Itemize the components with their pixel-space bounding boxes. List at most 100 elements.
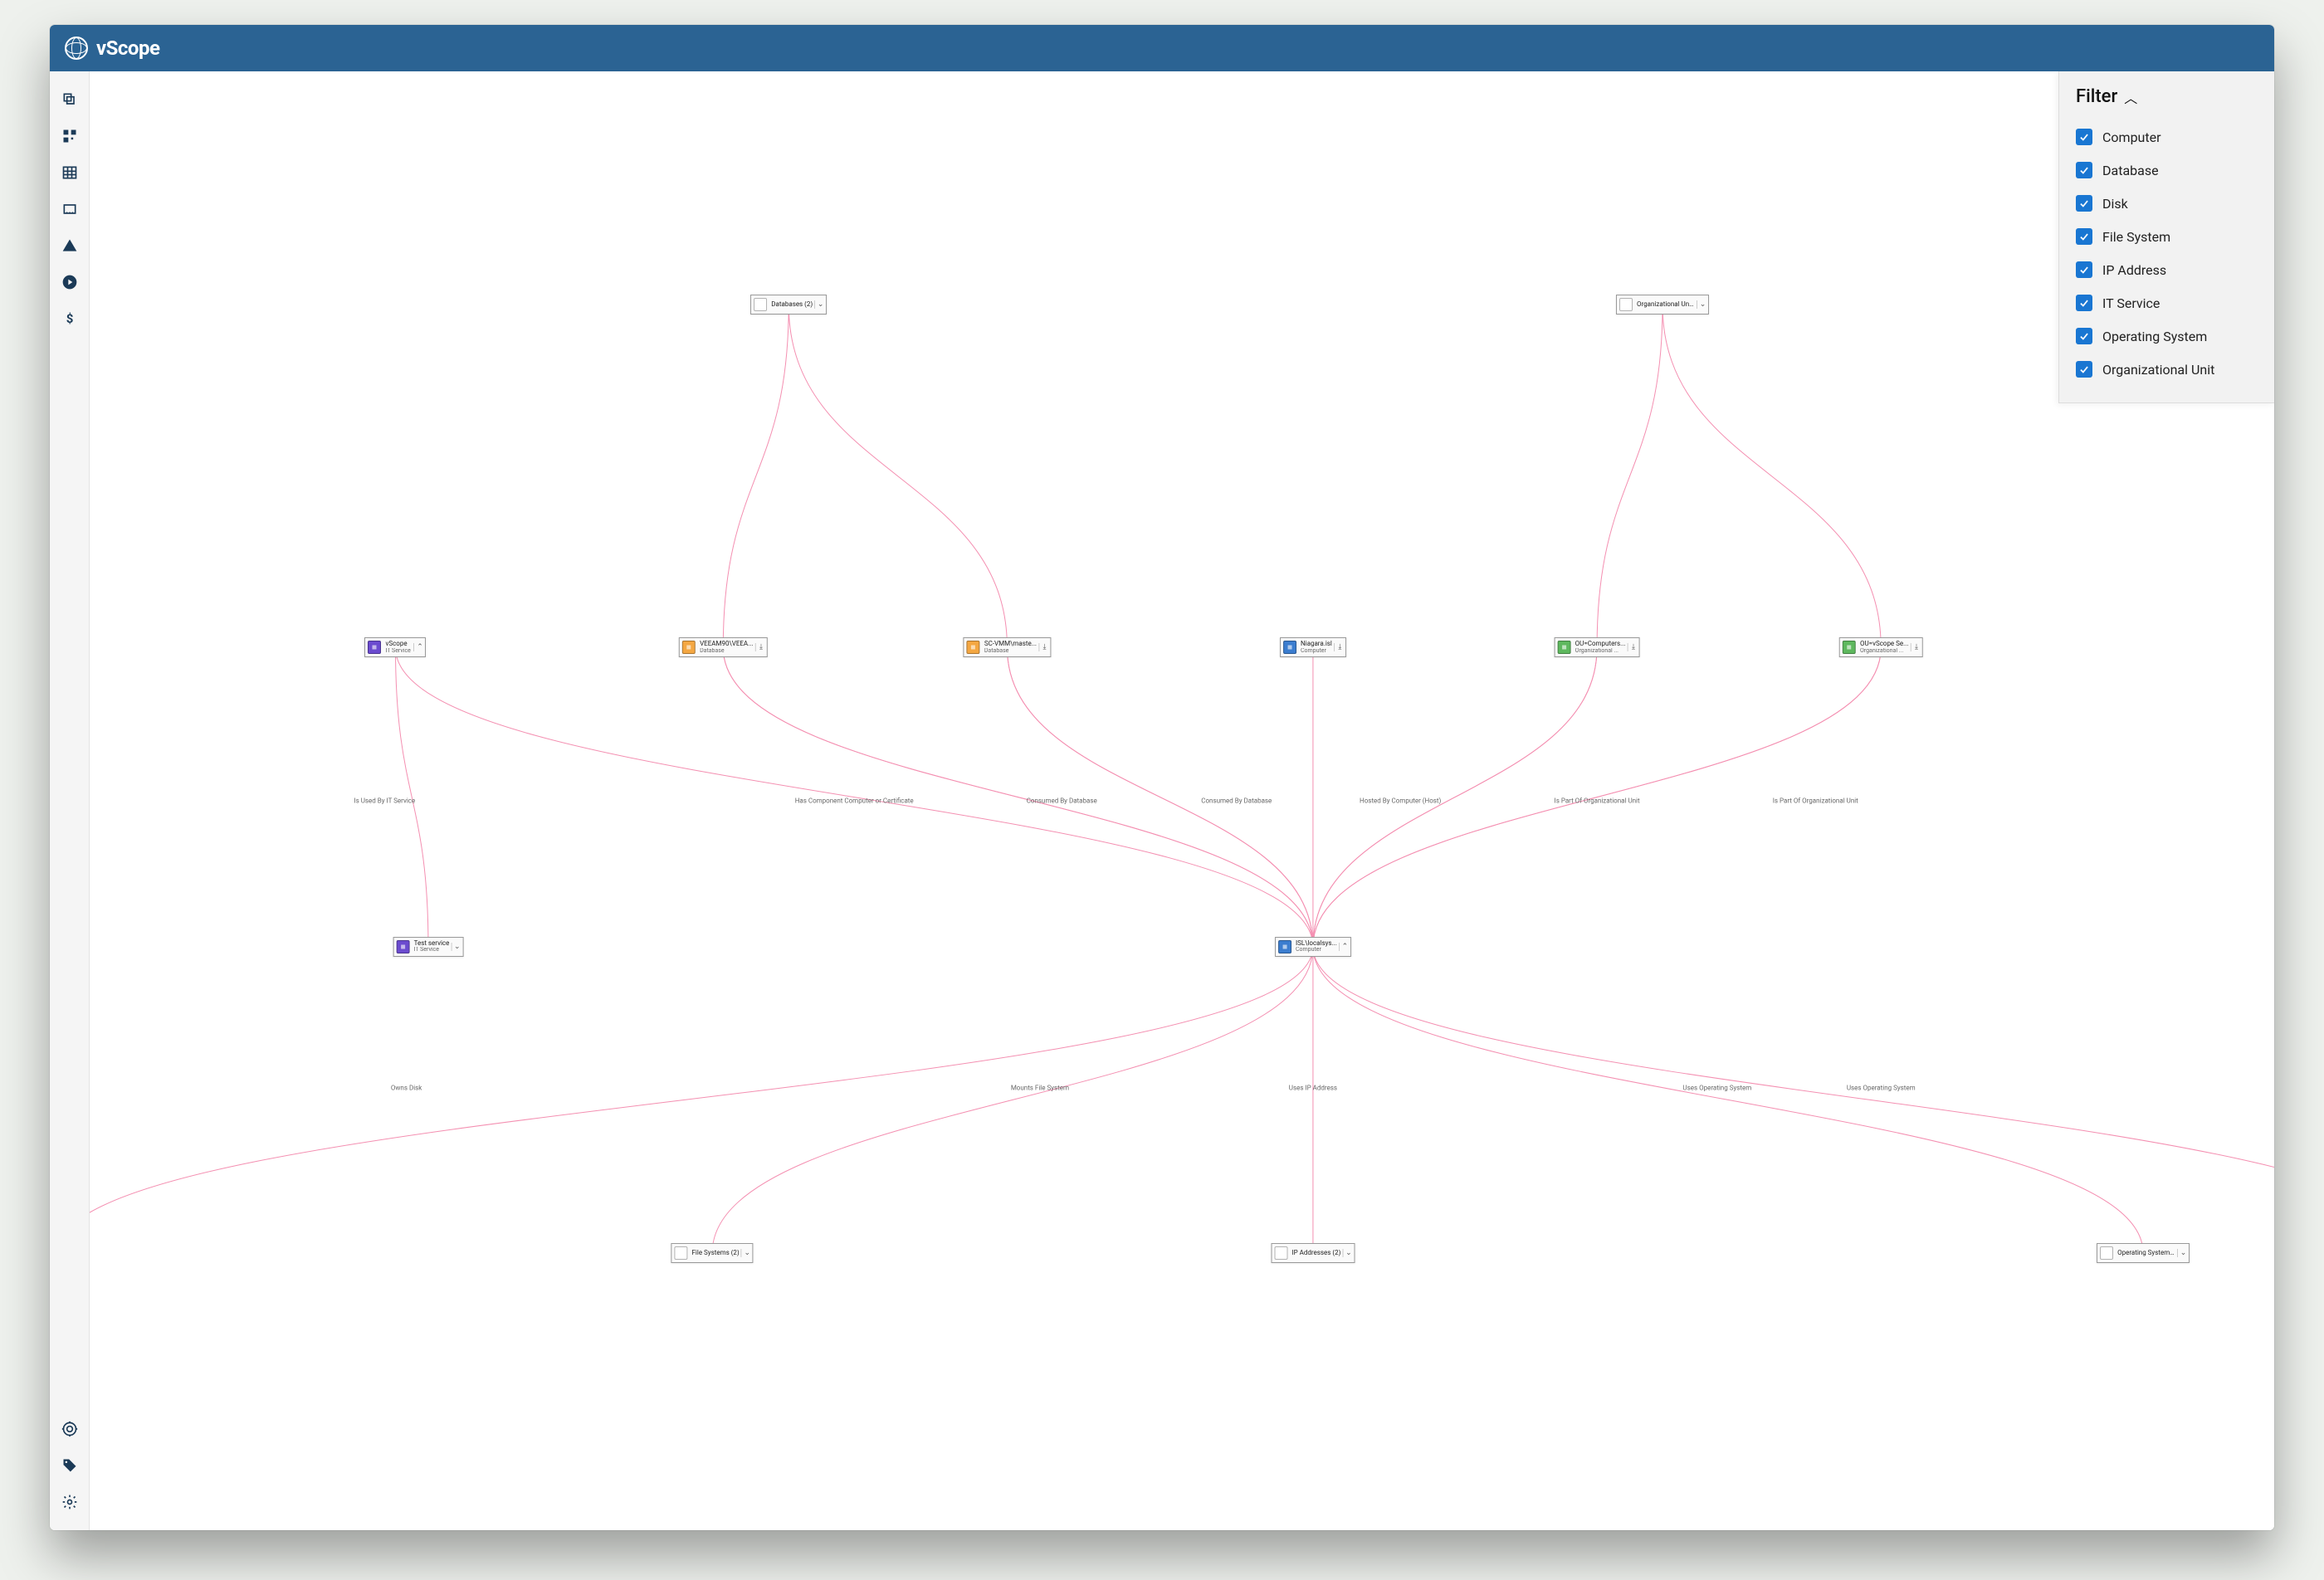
node-text: OU=vScope Se... Organizational ...: [1858, 639, 1911, 656]
node-grp_ip[interactable]: IP Addresses (2) ⌄: [1271, 1243, 1355, 1263]
node-title: ISL\localsys...: [1296, 940, 1337, 948]
node-comp_niag[interactable]: Niagara.isl Computer ⤓: [1280, 637, 1346, 657]
node-center[interactable]: ISL\localsys... Computer ⌃: [1275, 937, 1351, 957]
node-type-icon: [1283, 641, 1296, 654]
node-type-icon: [1274, 1246, 1287, 1260]
node-grp_fs[interactable]: File Systems (2) ⌄: [671, 1243, 754, 1263]
node-subtitle: Database: [700, 648, 753, 655]
node-grp_ou[interactable]: Organizational Units (2) ⌄: [1616, 295, 1709, 315]
filter-option-label: Computer: [2102, 129, 2161, 145]
sidebar-target-icon[interactable]: [50, 1411, 90, 1447]
edges-layer: [90, 71, 2274, 1530]
node-type-icon: [368, 641, 381, 654]
node-action-icon[interactable]: ⌄: [451, 943, 462, 951]
filter-option-ip-address[interactable]: IP Address: [2076, 253, 2258, 286]
filter-option-label: File System: [2102, 229, 2170, 245]
node-action-icon[interactable]: ⤓: [1038, 643, 1050, 651]
node-ou_comp[interactable]: OU=Computers... Organizational ... ⤓: [1555, 637, 1640, 657]
node-title: Operating Systems (4): [2117, 1250, 2175, 1257]
sidebar-billing-icon[interactable]: $: [50, 300, 90, 337]
chevron-up-icon: ︿: [2124, 87, 2137, 107]
filter-option-organizational-unit[interactable]: Organizational Unit: [2076, 353, 2258, 386]
filter-option-it-service[interactable]: IT Service: [2076, 286, 2258, 319]
node-action-icon[interactable]: ⌄: [2177, 1249, 2189, 1257]
node-text: VEEAM90\VEEA... Database: [698, 639, 754, 656]
filter-option-label: Database: [2102, 163, 2159, 178]
filter-option-disk[interactable]: Disk: [2076, 187, 2258, 220]
filter-option-label: Operating System: [2102, 329, 2207, 344]
edge-label: Is Part Of Organizational Unit: [1553, 797, 1642, 805]
svg-text:$: $: [66, 311, 74, 326]
edge-label: Is Used By IT Service: [352, 797, 417, 805]
edge-label: Consumed By Database: [1199, 797, 1273, 805]
node-title: Test service: [414, 940, 450, 948]
sidebar-documents-icon[interactable]: [50, 81, 90, 118]
node-action-icon[interactable]: ⌃: [413, 643, 425, 651]
node-type-icon: [754, 298, 767, 311]
edge-label: Consumed By Database: [1025, 797, 1099, 805]
node-grp_db[interactable]: Databases (2) ⌄: [750, 295, 827, 315]
node-grp_os[interactable]: Operating Systems (4) ⌄: [2097, 1243, 2190, 1263]
node-type-icon: [1558, 641, 1571, 654]
checkbox-checked-icon: [2076, 195, 2092, 212]
checkbox-checked-icon: [2076, 328, 2092, 344]
checkbox-checked-icon: [2076, 295, 2092, 311]
sidebar-alerts-icon[interactable]: [50, 227, 90, 264]
filter-option-label: IP Address: [2102, 262, 2166, 278]
node-svc_vscope[interactable]: vScope IT Service ⌃: [364, 637, 426, 657]
node-action-icon[interactable]: ⤓: [1910, 643, 1921, 651]
node-title: Organizational Units (2): [1637, 301, 1695, 309]
filter-option-label: IT Service: [2102, 295, 2160, 311]
node-action-icon[interactable]: ⤓: [754, 643, 766, 651]
node-title: SC-VMM\maste...: [984, 641, 1037, 648]
node-text: Organizational Units (2): [1635, 300, 1697, 310]
checkbox-checked-icon: [2076, 261, 2092, 278]
node-svc_test[interactable]: Test service IT Service ⌄: [393, 937, 464, 957]
graph-canvas[interactable]: Filter ︿ Computer Database Disk File Sys…: [90, 71, 2274, 1530]
node-action-icon[interactable]: ⌄: [814, 300, 826, 309]
node-title: Databases (2): [771, 301, 813, 309]
node-title: Niagara.isl: [1301, 641, 1332, 648]
node-subtitle: IT Service: [385, 648, 412, 655]
topbar: vScope: [50, 25, 2274, 71]
node-subtitle: Computer: [1301, 648, 1332, 655]
filter-option-computer[interactable]: Computer: [2076, 120, 2258, 154]
node-text: OU=Computers... Organizational ...: [1574, 639, 1628, 656]
edge-label: Hosted By Computer (Host): [1358, 797, 1443, 805]
filter-toggle[interactable]: Filter ︿: [2076, 86, 2258, 107]
node-text: Operating Systems (4): [2116, 1248, 2177, 1259]
node-subtitle: Computer: [1296, 947, 1337, 953]
node-text: Test service IT Service: [413, 939, 452, 955]
filter-option-operating-system[interactable]: Operating System: [2076, 319, 2258, 353]
sidebar-tag-icon[interactable]: [50, 1447, 90, 1484]
node-action-icon[interactable]: ⌄: [1342, 1249, 1354, 1257]
logo-icon: [65, 37, 88, 60]
filter-option-database[interactable]: Database: [2076, 154, 2258, 187]
sidebar: $: [50, 71, 90, 1530]
filter-option-file-system[interactable]: File System: [2076, 220, 2258, 253]
filter-option-label: Organizational Unit: [2102, 362, 2214, 378]
edge-label: Uses Operating System: [1845, 1085, 1917, 1092]
node-subtitle: IT Service: [414, 947, 450, 953]
sidebar-settings-icon[interactable]: [50, 1484, 90, 1520]
app-frame: vScope $ Filter ︿: [50, 25, 2274, 1530]
node-action-icon[interactable]: ⤓: [1334, 643, 1345, 651]
node-action-icon[interactable]: ⤓: [1627, 643, 1638, 651]
node-text: ISL\localsys... Computer: [1294, 939, 1339, 955]
node-type-icon: [675, 1246, 688, 1260]
sidebar-play-icon[interactable]: [50, 264, 90, 300]
node-db_scvmm[interactable]: SC-VMM\maste... Database ⤓: [964, 637, 1051, 657]
node-action-icon[interactable]: ⌄: [1697, 300, 1708, 309]
node-type-icon: [1619, 298, 1633, 311]
node-text: IP Addresses (2): [1290, 1248, 1342, 1259]
sidebar-table-icon[interactable]: [50, 154, 90, 191]
sidebar-dashboard-icon[interactable]: [50, 118, 90, 154]
node-action-icon[interactable]: ⌄: [741, 1249, 753, 1257]
sidebar-details-icon[interactable]: [50, 191, 90, 227]
checkbox-checked-icon: [2076, 228, 2092, 245]
node-db_veeam[interactable]: VEEAM90\VEEA... Database ⤓: [679, 637, 767, 657]
node-title: OU=vScope Se...: [1860, 641, 1909, 648]
node-ou_vscope[interactable]: OU=vScope Se... Organizational ... ⤓: [1839, 637, 1923, 657]
node-text: SC-VMM\maste... Database: [983, 639, 1038, 656]
node-action-icon[interactable]: ⌃: [1339, 943, 1350, 951]
